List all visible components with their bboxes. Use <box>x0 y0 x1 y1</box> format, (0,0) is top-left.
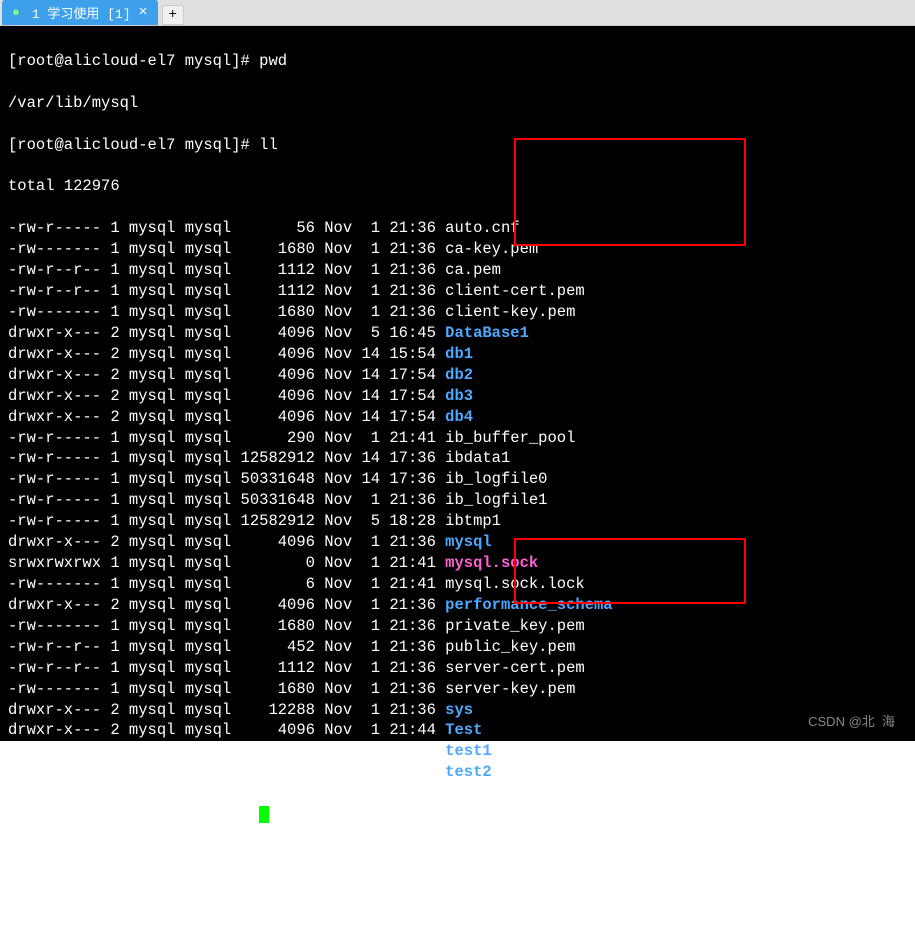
file-name: performance_schema <box>445 596 612 614</box>
add-tab-button[interactable]: + <box>162 5 184 25</box>
file-name: mysql <box>445 533 492 551</box>
file-attrs: -rw-r--r-- 1 mysql mysql 1112 Nov 1 21:3… <box>8 261 445 279</box>
file-name: db4 <box>445 408 473 426</box>
file-name: auto.cnf <box>445 219 519 237</box>
file-attrs: srwxrwxrwx 1 mysql mysql 0 Nov 1 21:41 <box>8 554 445 572</box>
tab-bar: 1 学习使用 [1] × + <box>0 0 915 26</box>
file-attrs: drwxr-x--- 2 mysql mysql 4096 Nov 14 17:… <box>8 763 445 781</box>
file-name: server-key.pem <box>445 680 575 698</box>
prompt: [root@alicloud-el7 mysql]# <box>8 136 259 154</box>
file-name: ib_buffer_pool <box>445 429 575 447</box>
file-attrs: -rw------- 1 mysql mysql 1680 Nov 1 21:3… <box>8 617 445 635</box>
terminal[interactable]: [root@alicloud-el7 mysql]# pwd /var/lib/… <box>0 26 915 741</box>
file-name: server-cert.pem <box>445 659 585 677</box>
list-item: -rw-r----- 1 mysql mysql 50331648 Nov 1 … <box>8 490 907 511</box>
file-name: mysql.sock <box>445 554 538 572</box>
file-name: ib_logfile1 <box>445 491 547 509</box>
list-item: drwxr-x--- 2 mysql mysql 4096 Nov 5 16:4… <box>8 323 907 344</box>
list-item: -rw------- 1 mysql mysql 1680 Nov 1 21:3… <box>8 679 907 700</box>
list-item: -rw-r----- 1 mysql mysql 290 Nov 1 21:41… <box>8 428 907 449</box>
file-attrs: -rw-r----- 1 mysql mysql 290 Nov 1 21:41 <box>8 429 445 447</box>
file-name: test2 <box>445 763 492 781</box>
file-attrs: drwxr-x--- 2 mysql mysql 4096 Nov 14 17:… <box>8 408 445 426</box>
file-name: ca-key.pem <box>445 240 538 258</box>
command-text: pwd <box>259 52 287 70</box>
list-item: -rw-r--r-- 1 mysql mysql 1112 Nov 1 21:3… <box>8 658 907 679</box>
file-attrs: drwxr-x--- 2 mysql mysql 12288 Nov 1 21:… <box>8 701 445 719</box>
list-item: drwxr-x--- 2 mysql mysql 4096 Nov 14 17:… <box>8 407 907 428</box>
file-attrs: drwxr-x--- 2 mysql mysql 4096 Nov 1 21:3… <box>8 596 445 614</box>
file-attrs: -rw-r----- 1 mysql mysql 50331648 Nov 14… <box>8 470 445 488</box>
close-icon[interactable]: × <box>139 5 148 20</box>
output-line: /var/lib/mysql <box>8 94 138 112</box>
file-attrs: -rw------- 1 mysql mysql 1680 Nov 1 21:3… <box>8 680 445 698</box>
file-attrs: -rw------- 1 mysql mysql 6 Nov 1 21:41 <box>8 575 445 593</box>
file-attrs: drwxr-x--- 2 mysql mysql 4096 Nov 14 15:… <box>8 345 445 363</box>
file-name: db2 <box>445 366 473 384</box>
list-item: -rw------- 1 mysql mysql 1680 Nov 1 21:3… <box>8 302 907 323</box>
list-item: drwxr-x--- 2 mysql mysql 4096 Nov 14 17:… <box>8 386 907 407</box>
list-item: drwxr-x--- 2 mysql mysql 4096 Nov 1 21:3… <box>8 532 907 553</box>
list-item: -rw------- 1 mysql mysql 1680 Nov 1 21:3… <box>8 239 907 260</box>
list-item: -rw-r----- 1 mysql mysql 56 Nov 1 21:36 … <box>8 218 907 239</box>
list-item: drwxr-x--- 2 mysql mysql 4096 Nov 14 17:… <box>8 741 907 762</box>
list-item: srwxrwxrwx 1 mysql mysql 0 Nov 1 21:41 m… <box>8 553 907 574</box>
active-tab[interactable]: 1 学习使用 [1] × <box>2 0 158 25</box>
file-attrs: -rw-r----- 1 mysql mysql 12582912 Nov 14… <box>8 449 445 467</box>
list-item: -rw-r----- 1 mysql mysql 50331648 Nov 14… <box>8 469 907 490</box>
file-name: private_key.pem <box>445 617 585 635</box>
list-item: drwxr-x--- 2 mysql mysql 4096 Nov 14 17:… <box>8 762 907 783</box>
file-attrs: -rw-r--r-- 1 mysql mysql 452 Nov 1 21:36 <box>8 638 445 656</box>
file-name: client-key.pem <box>445 303 575 321</box>
file-name: mysql.sock.lock <box>445 575 585 593</box>
file-attrs: drwxr-x--- 2 mysql mysql 4096 Nov 14 17:… <box>8 366 445 384</box>
list-item: drwxr-x--- 2 mysql mysql 4096 Nov 1 21:3… <box>8 595 907 616</box>
file-name: public_key.pem <box>445 638 575 656</box>
list-item: -rw------- 1 mysql mysql 6 Nov 1 21:41 m… <box>8 574 907 595</box>
output-line: total 122976 <box>8 177 120 195</box>
list-item: -rw------- 1 mysql mysql 1680 Nov 1 21:3… <box>8 616 907 637</box>
command-text: ll <box>259 136 278 154</box>
file-name: Test <box>445 721 482 739</box>
file-attrs: drwxr-x--- 2 mysql mysql 4096 Nov 5 16:4… <box>8 324 445 342</box>
file-attrs: drwxr-x--- 2 mysql mysql 4096 Nov 14 17:… <box>8 387 445 405</box>
file-name: ib_logfile0 <box>445 470 547 488</box>
file-attrs: drwxr-x--- 2 mysql mysql 4096 Nov 1 21:4… <box>8 721 445 739</box>
watermark: CSDN @北 海 <box>808 713 895 731</box>
file-name: test1 <box>445 742 492 760</box>
file-name: client-cert.pem <box>445 282 585 300</box>
prompt: [root@alicloud-el7 mysql]# <box>8 52 259 70</box>
file-name: ibdata1 <box>445 449 510 467</box>
file-name: DataBase1 <box>445 324 529 342</box>
tab-title: 1 学习使用 [1] <box>32 3 131 22</box>
file-attrs: -rw-r----- 1 mysql mysql 50331648 Nov 1 … <box>8 491 445 509</box>
file-name: ibtmp1 <box>445 512 501 530</box>
list-item: drwxr-x--- 2 mysql mysql 12288 Nov 1 21:… <box>8 700 907 721</box>
list-item: drwxr-x--- 2 mysql mysql 4096 Nov 14 17:… <box>8 365 907 386</box>
file-name: sys <box>445 701 473 719</box>
file-attrs: -rw-r----- 1 mysql mysql 56 Nov 1 21:36 <box>8 219 445 237</box>
list-item: drwxr-x--- 2 mysql mysql 4096 Nov 14 15:… <box>8 344 907 365</box>
list-item: -rw-r--r-- 1 mysql mysql 1112 Nov 1 21:3… <box>8 260 907 281</box>
file-name: ca.pem <box>445 261 501 279</box>
file-name: db3 <box>445 387 473 405</box>
list-item: -rw-r--r-- 1 mysql mysql 1112 Nov 1 21:3… <box>8 281 907 302</box>
list-item: -rw-r----- 1 mysql mysql 12582912 Nov 5 … <box>8 511 907 532</box>
file-name: db1 <box>445 345 473 363</box>
file-attrs: drwxr-x--- 2 mysql mysql 4096 Nov 14 17:… <box>8 742 445 760</box>
file-attrs: -rw------- 1 mysql mysql 1680 Nov 1 21:3… <box>8 240 445 258</box>
tab-status-icon <box>12 5 24 20</box>
file-attrs: -rw-r----- 1 mysql mysql 12582912 Nov 5 … <box>8 512 445 530</box>
list-item: drwxr-x--- 2 mysql mysql 4096 Nov 1 21:4… <box>8 720 907 741</box>
file-attrs: -rw------- 1 mysql mysql 1680 Nov 1 21:3… <box>8 303 445 321</box>
file-attrs: drwxr-x--- 2 mysql mysql 4096 Nov 1 21:3… <box>8 533 445 551</box>
cursor <box>259 806 269 823</box>
file-attrs: -rw-r--r-- 1 mysql mysql 1112 Nov 1 21:3… <box>8 282 445 300</box>
file-listing: -rw-r----- 1 mysql mysql 56 Nov 1 21:36 … <box>8 218 907 783</box>
list-item: -rw-r----- 1 mysql mysql 12582912 Nov 14… <box>8 448 907 469</box>
prompt: [root@alicloud-el7 mysql]# <box>8 805 259 823</box>
file-attrs: -rw-r--r-- 1 mysql mysql 1112 Nov 1 21:3… <box>8 659 445 677</box>
list-item: -rw-r--r-- 1 mysql mysql 452 Nov 1 21:36… <box>8 637 907 658</box>
